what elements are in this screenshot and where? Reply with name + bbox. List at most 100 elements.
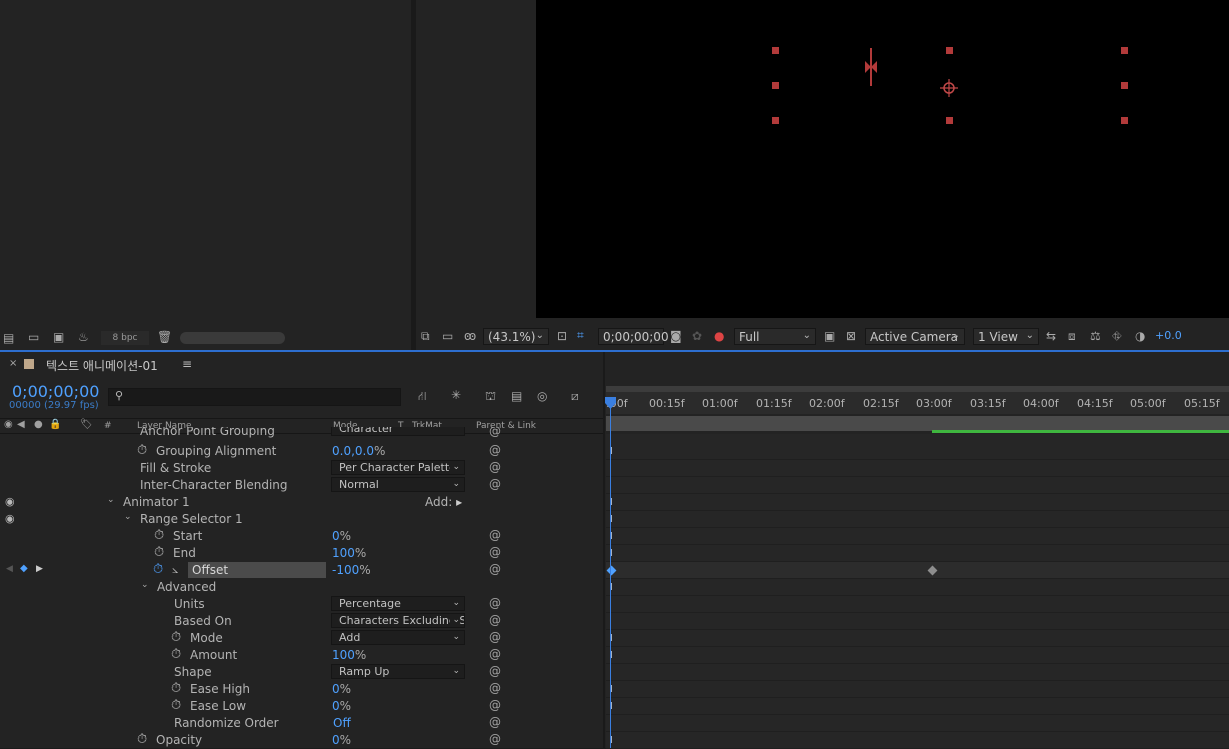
property-row[interactable]: Anchor Point Grouping Character @ [0,427,604,441]
property-row[interactable]: Units Percentage ⌄ @ [0,596,604,613]
new-folder-icon[interactable]: ▭ [28,330,39,344]
bbox-handle[interactable] [946,47,953,54]
pickwhip-icon[interactable]: @ [489,664,501,678]
property-row[interactable]: Randomize Order Off @ [0,715,604,732]
pickwhip-icon[interactable]: @ [489,460,501,474]
property-row[interactable]: ⏱ Amount 100% @ [0,647,604,664]
property-row[interactable]: ⏱ Ease Low 0% @ [0,698,604,715]
pickwhip-icon[interactable]: @ [489,528,501,542]
trash-icon[interactable]: 🗑 [157,330,172,344]
comp-flowchart-icon[interactable]: ⛙ [418,389,426,405]
property-row[interactable]: Fill & Stroke Per Character Palette ⌄ @ [0,460,604,477]
settings-icon[interactable]: ♨ [78,330,89,344]
property-row-selected[interactable]: ◀ ◆ ▶ ⏱ ⦣ Offset -100% @ [0,562,604,579]
property-row[interactable]: Inter-Character Blending Normal ⌄ @ [0,477,604,494]
stopwatch-icon[interactable]: ⏱ [137,732,147,747]
chevron-down-icon[interactable]: ⌄ [107,495,115,505]
pickwhip-icon[interactable]: @ [489,681,501,695]
add-menu[interactable]: Add: ▸ [425,495,462,509]
property-dropdown[interactable]: Per Character Palette ⌄ [331,460,465,475]
stopwatch-icon[interactable]: ⏱ [171,698,181,713]
property-dropdown[interactable]: Add ⌄ [331,630,465,645]
property-group-row[interactable]: ◉ ⌄ Range Selector 1 [0,511,604,528]
eye-icon[interactable]: ◉ [5,512,15,525]
channel-icon[interactable]: ● [714,329,724,343]
bbox-handle[interactable] [772,47,779,54]
eye-icon[interactable]: ◉ [5,495,15,508]
pickwhip-icon[interactable]: @ [489,477,501,491]
monitor-icon[interactable]: ▭ [442,329,453,343]
property-dropdown[interactable]: Normal ⌄ [331,477,465,492]
panel-menu-icon[interactable]: ≡ [182,357,192,371]
playhead-icon[interactable] [605,397,616,409]
property-dropdown[interactable]: Ramp Up ⌄ [331,664,465,679]
transparency-grid-icon[interactable]: ⊠ [846,329,856,343]
bbox-handle[interactable] [946,117,953,124]
zoom-dropdown[interactable]: (43.1%) ⌄ [483,328,549,345]
pickwhip-icon[interactable]: @ [489,596,501,610]
pickwhip-icon[interactable]: @ [489,732,501,746]
layer-search-input[interactable]: ⚲ [108,388,401,406]
property-row[interactable]: ⏱ Ease High 0% @ [0,681,604,698]
chevron-down-icon[interactable]: ⌄ [124,512,132,522]
property-row[interactable]: Based On Characters Excluding S ⌄ @ [0,613,604,630]
toggle-pixel-aspect-icon[interactable]: ⇆ [1046,329,1056,343]
exposure-icon[interactable]: ◑ [1135,329,1145,343]
graph-icon[interactable]: ⦣ [172,563,178,577]
viewer-timecode[interactable]: 0;00;00;00 [598,328,669,345]
reset-exposure-icon[interactable]: ⚖ [1090,329,1101,343]
property-dropdown[interactable]: Characters Excluding S ⌄ [331,613,465,628]
stopwatch-icon[interactable]: ⏱ [171,630,181,645]
draft-3d-icon[interactable]: ✳ [451,388,461,402]
pickwhip-icon[interactable]: @ [489,698,501,712]
close-icon[interactable]: × [9,358,17,369]
bpc-button[interactable]: 8 bpc [101,331,149,345]
prev-keyframe-icon[interactable]: ◀ [6,564,13,574]
pickwhip-icon[interactable]: @ [489,562,501,576]
property-row[interactable]: ⏱ Opacity 0% @ [0,732,604,749]
property-row[interactable]: ⏱ Start 0% @ [0,528,604,545]
property-row[interactable]: ⏱ Mode Add ⌄ @ [0,630,604,647]
shy-layers-icon[interactable]: ⛫ [485,389,496,405]
exposure-value[interactable]: +0.0 [1155,329,1182,342]
bbox-handle[interactable] [1121,82,1128,89]
chevron-down-icon[interactable]: ⌄ [141,580,149,590]
flowchart-icon[interactable]: ⧈ [1068,329,1076,344]
stopwatch-icon[interactable]: ⏱ [171,647,181,662]
bbox-handle[interactable] [1121,47,1128,54]
time-navigator[interactable] [606,386,1229,392]
composition-canvas[interactable] [536,0,1229,318]
view-layout-dropdown[interactable]: 1 View ⌄ [973,328,1039,345]
property-row[interactable]: Shape Ramp Up ⌄ @ [0,664,604,681]
pickwhip-icon[interactable]: @ [489,715,501,729]
property-row[interactable]: ⏱ End 100% @ [0,545,604,562]
bbox-handle[interactable] [1121,117,1128,124]
property-group-row[interactable]: ◉ ⌄ Animator 1 Add: ▸ [0,494,604,511]
property-row[interactable]: ⏱ Grouping Alignment 0.0,0.0% @ [0,443,604,460]
bbox-handle[interactable] [772,117,779,124]
bbox-handle[interactable] [772,82,779,89]
add-keyframe-icon[interactable]: ◆ [20,563,28,574]
stopwatch-icon[interactable]: ⏱ [154,528,164,543]
always-preview-icon[interactable]: ⧉ [421,329,430,344]
interpret-footage-icon[interactable]: ▤ [3,331,14,345]
anchor-point-icon[interactable] [939,78,959,98]
frame-blending-icon[interactable]: ▤ [511,389,522,403]
property-dropdown[interactable]: Character [331,427,465,436]
graph-editor-icon[interactable]: ⧄ [571,389,579,404]
new-comp-icon[interactable]: ▣ [53,330,64,344]
comp-flowchart-icon[interactable]: ⛗ [1112,329,1122,344]
timeline-divider[interactable] [603,352,605,748]
timeline-tab[interactable]: × 텍스트 애니메이션-01 ≡ [0,355,300,377]
camera-dropdown[interactable]: Active Camera ⌄ [865,328,965,345]
pickwhip-icon[interactable]: @ [489,443,501,457]
property-group-row[interactable]: ⌄ Advanced [0,579,604,596]
current-time[interactable]: 0;00;00;00 [12,382,99,401]
fast-preview-icon[interactable]: ▣ [824,329,835,343]
stopwatch-icon[interactable]: ⏱ [137,443,147,458]
pickwhip-icon[interactable]: @ [489,427,501,438]
camera-snapshot-icon[interactable]: ◙ [670,329,682,343]
pickwhip-icon[interactable]: @ [489,545,501,559]
region-of-interest-icon[interactable]: ⌗ [577,328,584,343]
pickwhip-icon[interactable]: @ [489,613,501,627]
